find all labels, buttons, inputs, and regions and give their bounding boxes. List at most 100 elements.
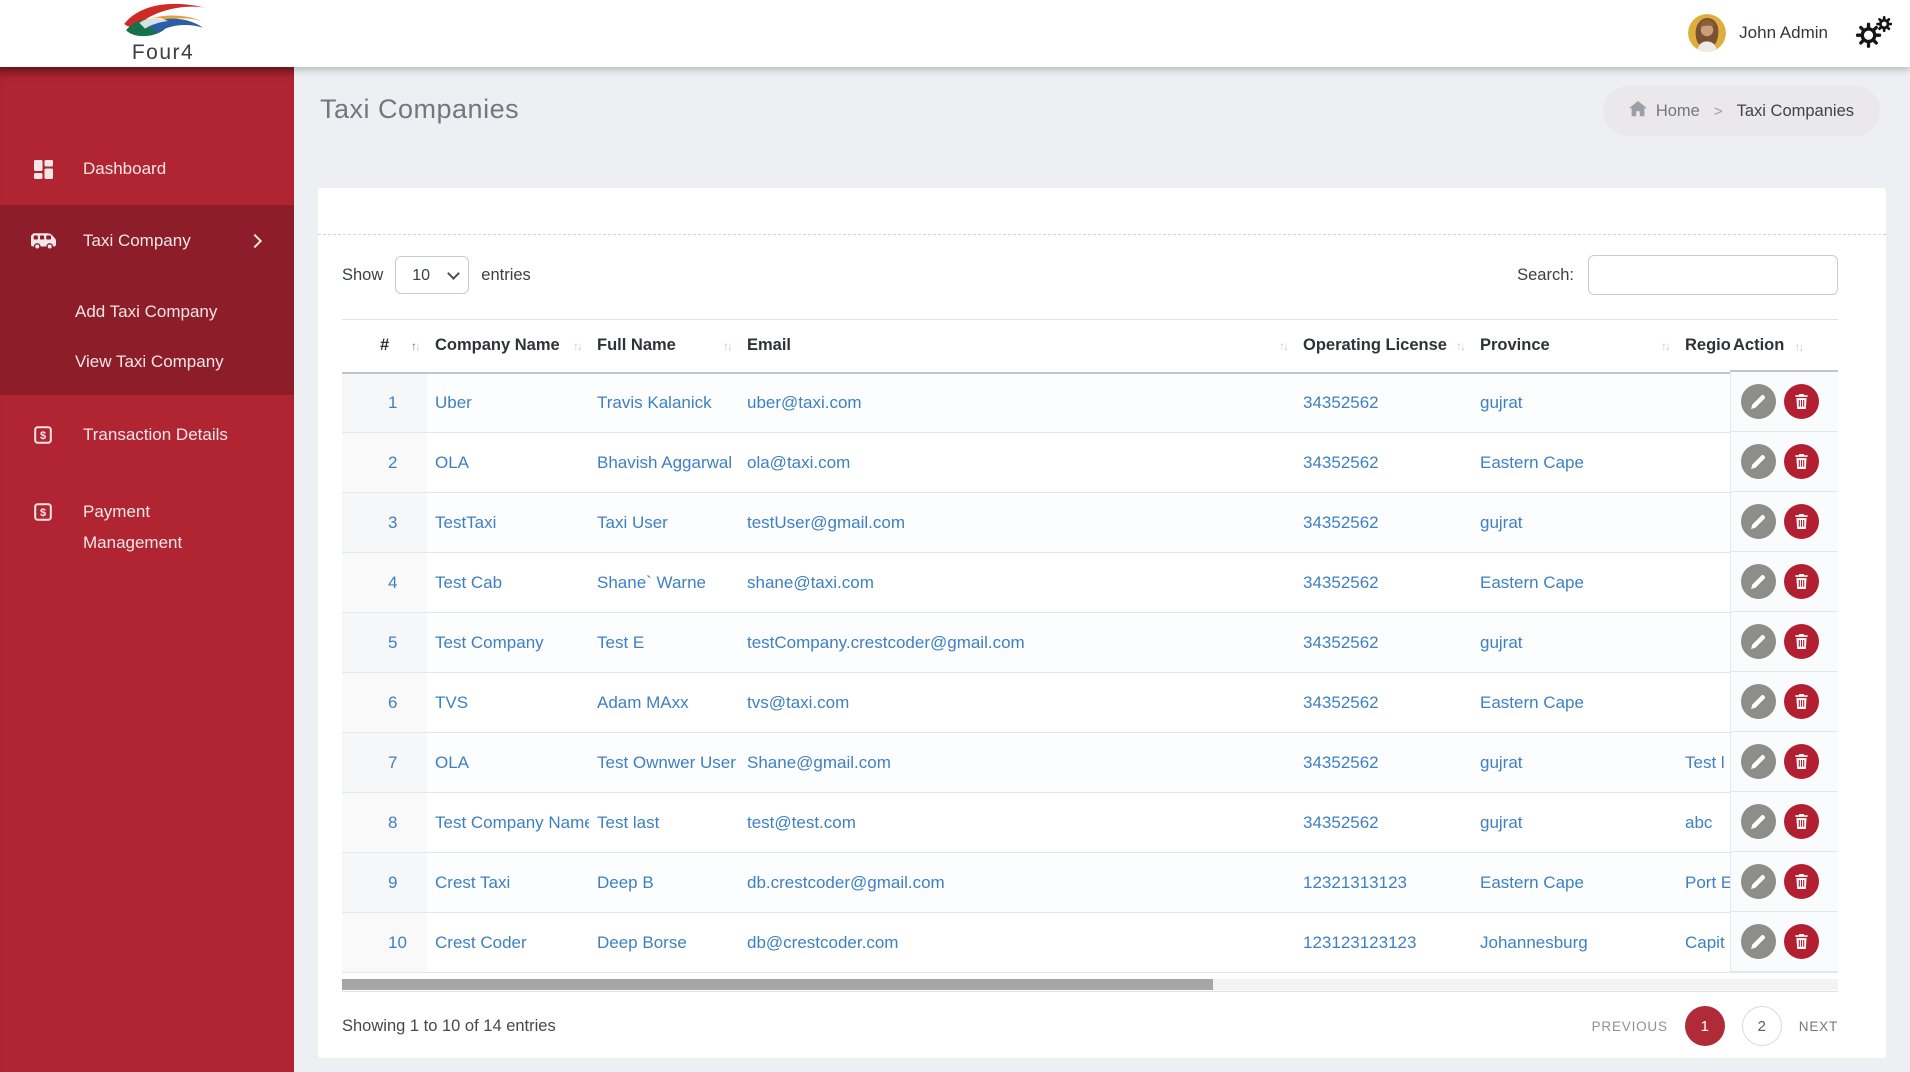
edit-button[interactable] — [1741, 624, 1776, 659]
cell-num: 4 — [342, 552, 427, 613]
cell-license: 34352562 — [1295, 612, 1472, 673]
avatar — [1688, 14, 1727, 52]
trash-icon — [1795, 694, 1808, 709]
delete-button[interactable] — [1784, 684, 1819, 719]
cell-province: Eastern Cape — [1472, 672, 1677, 733]
cell-province: Eastern Cape — [1472, 552, 1677, 613]
sidebar-item-add-taxi-company[interactable]: Add Taxi Company — [0, 287, 294, 337]
sidebar-item-taxi-company[interactable]: Taxi Company — [0, 205, 294, 277]
card-body: Show 10 entries Search: # ↑↓ Company Nam… — [318, 235, 1886, 1046]
delete-button[interactable] — [1784, 444, 1819, 479]
delete-button[interactable] — [1784, 864, 1819, 899]
cell-num: 1 — [342, 372, 427, 433]
pencil-icon — [1751, 635, 1765, 649]
sidebar-item-view-taxi-company[interactable]: View Taxi Company — [0, 337, 294, 387]
table-row: 4 Test Cab Shane` Warne shane@taxi.com 34352… — [342, 552, 1838, 613]
sort-arrows-icon: ↑↓ — [573, 339, 583, 354]
search-input[interactable] — [1588, 255, 1838, 295]
entries-info: Showing 1 to 10 of 14 entries — [342, 1016, 556, 1035]
delete-button[interactable] — [1784, 564, 1819, 599]
pencil-icon — [1751, 515, 1765, 529]
previous-page-button[interactable]: PREVIOUS — [1592, 1019, 1668, 1034]
table-row: 7 OLA Test Ownwer User Shane@gmail.com 34352… — [342, 732, 1838, 793]
cell-license: 12321313123 — [1295, 852, 1472, 913]
cell-province: Eastern Cape — [1472, 852, 1677, 913]
money-check-icon: $ — [30, 503, 56, 521]
edit-button[interactable] — [1741, 744, 1776, 779]
trash-icon — [1795, 634, 1808, 649]
cell-full-name: Test Ownwer User — [589, 732, 739, 793]
cell-license: 34352562 — [1295, 492, 1472, 553]
edit-button[interactable] — [1741, 684, 1776, 719]
breadcrumb-separator: > — [1713, 102, 1723, 120]
edit-button[interactable] — [1741, 804, 1776, 839]
sidebar-item-transaction-details[interactable]: $ Transaction Details — [0, 408, 294, 462]
breadcrumb-home-link[interactable]: Home — [1656, 102, 1700, 121]
trash-icon — [1795, 514, 1808, 529]
next-page-button[interactable]: NEXT — [1799, 1019, 1838, 1034]
column-header-action[interactable]: Action ↑↓ — [1730, 319, 1838, 372]
sort-arrows-icon: ↑↓ — [723, 339, 733, 354]
cell-province: gujrat — [1472, 492, 1677, 553]
cell-license: 123123123123 — [1295, 912, 1472, 973]
sort-arrows-icon: ↑↓ — [1794, 339, 1804, 354]
edit-button[interactable] — [1741, 504, 1776, 539]
table-row: 3 TestTaxi Taxi User testUser@gmail.com 3435… — [342, 492, 1838, 553]
page-button-1[interactable]: 1 — [1684, 1006, 1725, 1046]
delete-button[interactable] — [1784, 924, 1819, 959]
action-cell — [1730, 432, 1838, 492]
settings-gears-icon[interactable] — [1854, 15, 1893, 51]
column-header-full-name[interactable]: Full Name ↑↓ — [589, 319, 739, 374]
trash-icon — [1795, 394, 1808, 409]
cell-license: 34352562 — [1295, 672, 1472, 733]
edit-button[interactable] — [1741, 564, 1776, 599]
sidebar-item-label: Taxi Company — [83, 231, 191, 250]
cell-license: 34352562 — [1295, 792, 1472, 853]
table-row: 10 Crest Coder Deep Borse db@crestcoder.com… — [342, 912, 1838, 973]
sidebar-group-taxi-company: Taxi Company Add Taxi Company View Taxi … — [0, 205, 294, 395]
app-logo[interactable]: Four4 — [98, 1, 228, 63]
edit-button[interactable] — [1741, 864, 1776, 899]
table-row: 1 Uber Travis Kalanick uber@taxi.com 3435256… — [342, 372, 1838, 433]
trash-icon — [1795, 934, 1808, 949]
sort-arrows-icon: ↑↓ — [1456, 339, 1466, 354]
action-cell — [1730, 852, 1838, 912]
edit-button[interactable] — [1741, 924, 1776, 959]
delete-button[interactable] — [1784, 744, 1819, 779]
cell-province: gujrat — [1472, 732, 1677, 793]
sidebar-item-dashboard[interactable]: Dashboard — [0, 142, 294, 196]
cell-full-name: Bhavish Aggarwal — [589, 432, 739, 493]
edit-button[interactable] — [1741, 384, 1776, 419]
cell-num: 9 — [342, 852, 427, 913]
cell-company: Crest Taxi — [427, 852, 589, 913]
cell-email: testCompany.crestcoder@gmail.com — [739, 612, 1295, 673]
column-header-company-name[interactable]: Company Name ↑↓ — [427, 319, 589, 374]
cell-email: Shane@gmail.com — [739, 732, 1295, 793]
table-body: 1 Uber Travis Kalanick uber@taxi.com 3435256… — [342, 372, 1838, 973]
cell-email: test@test.com — [739, 792, 1295, 853]
table-row: 5 Test Company Test EtestCompany.crestcode… — [342, 612, 1838, 673]
edit-button[interactable] — [1741, 444, 1776, 479]
scrollbar-thumb[interactable] — [342, 979, 1213, 990]
horizontal-scrollbar[interactable] — [342, 979, 1838, 990]
pencil-icon — [1751, 755, 1765, 769]
page-length-select[interactable]: 10 — [395, 256, 470, 294]
user-menu[interactable]: John Admin — [1688, 13, 1828, 53]
sidebar-subitem-label: Add Taxi Company — [75, 302, 218, 321]
delete-button[interactable] — [1784, 384, 1819, 419]
cell-full-name: Deep B — [589, 852, 739, 913]
column-header-operating-license[interactable]: Operating License ↑↓ — [1295, 319, 1472, 374]
column-header--[interactable]: # ↑↓ — [342, 319, 427, 374]
delete-button[interactable] — [1784, 624, 1819, 659]
delete-button[interactable] — [1784, 804, 1819, 839]
table-controls: Show 10 entries Search: — [342, 255, 1838, 295]
cell-email: tvs@taxi.com — [739, 672, 1295, 733]
column-header-email[interactable]: Email ↑↓ — [739, 319, 1295, 374]
page-button-2[interactable]: 2 — [1741, 1006, 1782, 1046]
delete-button[interactable] — [1784, 504, 1819, 539]
column-header-province[interactable]: Province ↑↓ — [1472, 319, 1677, 374]
sidebar-item-payment-management[interactable]: $ Payment Management — [0, 484, 294, 570]
table-card: Show 10 entries Search: # ↑↓ Company Nam… — [318, 188, 1886, 1058]
cell-company: Test Company — [427, 612, 589, 673]
pencil-icon — [1751, 695, 1765, 709]
